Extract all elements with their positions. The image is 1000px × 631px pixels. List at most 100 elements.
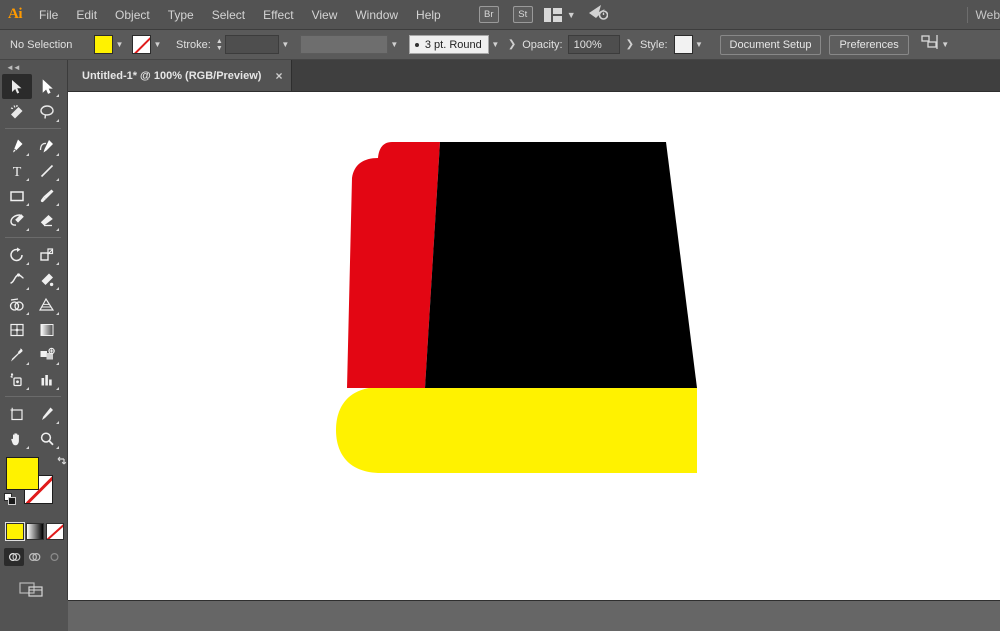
- shaper-tool[interactable]: [2, 208, 32, 233]
- line-segment-tool[interactable]: [32, 158, 62, 183]
- pen-tool[interactable]: [2, 133, 32, 158]
- collapse-panel-icon[interactable]: ◄◄: [0, 60, 67, 74]
- column-graph-tool[interactable]: [32, 367, 62, 392]
- stroke-control[interactable]: ▼: [132, 35, 164, 54]
- stroke-color-swatch[interactable]: [132, 35, 151, 54]
- brush-options-arrow-icon[interactable]: ❯: [508, 39, 516, 50]
- tool-list: T F: [0, 74, 64, 451]
- align-chevron-icon[interactable]: ▼: [939, 35, 952, 54]
- stroke-weight-stepper[interactable]: ▲ ▼: [214, 36, 225, 54]
- menu-type[interactable]: Type: [159, 0, 203, 30]
- blend-tool[interactable]: [32, 342, 62, 367]
- book-illustration[interactable]: [68, 92, 1000, 600]
- draw-inside-button[interactable]: [44, 548, 64, 566]
- color-mode-buttons: [5, 522, 67, 541]
- curvature-tool[interactable]: [32, 133, 62, 158]
- style-chevron-icon[interactable]: ▼: [693, 35, 706, 54]
- tool-separator: [5, 128, 61, 129]
- draw-behind-button[interactable]: [24, 548, 44, 566]
- arrange-documents-button[interactable]: ▼: [543, 7, 576, 22]
- search-adobe-stock-icon[interactable]: [588, 4, 608, 25]
- opacity-input[interactable]: 100%: [567, 35, 620, 54]
- hand-tool[interactable]: [2, 426, 32, 451]
- app-logo: Ai: [8, 6, 23, 22]
- graphic-style-swatch[interactable]: [673, 35, 693, 54]
- book-pages-shape: [336, 387, 697, 473]
- stepper-up-icon: ▲: [215, 37, 223, 45]
- artboard-tool[interactable]: [2, 401, 32, 426]
- menu-select[interactable]: Select: [203, 0, 254, 30]
- tool-separator: [5, 237, 61, 238]
- menu-bar-right: Web: [965, 0, 1000, 30]
- tools-panel-footer: [0, 600, 68, 631]
- selection-tool[interactable]: [2, 74, 32, 99]
- menu-view[interactable]: View: [303, 0, 347, 30]
- tools-panel: ◄◄ T F: [0, 60, 68, 631]
- fill-color-indicator[interactable]: [6, 457, 39, 490]
- magic-wand-tool[interactable]: [2, 99, 32, 124]
- chevron-down-icon: ▼: [566, 9, 576, 20]
- swap-fill-stroke-icon[interactable]: [55, 455, 68, 468]
- mesh-tool[interactable]: [2, 317, 32, 342]
- gradient-tool[interactable]: [32, 317, 62, 342]
- document-tab[interactable]: Untitled-1* @ 100% (RGB/Preview) ×: [68, 60, 293, 91]
- scale-tool[interactable]: [32, 242, 62, 267]
- zoom-tool[interactable]: [32, 426, 62, 451]
- draw-normal-button[interactable]: [4, 548, 24, 566]
- close-icon[interactable]: ×: [275, 69, 282, 83]
- default-fill-stroke-icon[interactable]: [4, 493, 17, 506]
- tool-separator: [5, 396, 61, 397]
- paintbrush-tool[interactable]: [32, 183, 62, 208]
- perspective-grid-tool[interactable]: [32, 292, 62, 317]
- direct-selection-tool[interactable]: [32, 74, 62, 99]
- control-bar: No Selection ▼ ▼ Stroke: ▲ ▼ ▼ ▼ 3 pt. R…: [0, 30, 1000, 60]
- width-profile-chevron-icon[interactable]: ▼: [388, 35, 401, 54]
- eyedropper-tool[interactable]: [2, 342, 32, 367]
- preferences-button[interactable]: Preferences: [829, 34, 909, 55]
- canvas-area[interactable]: [68, 92, 1000, 600]
- menu-effect[interactable]: Effect: [254, 0, 302, 30]
- stock-button[interactable]: St: [512, 6, 533, 23]
- brush-definition-chevron-icon[interactable]: ▼: [489, 35, 502, 54]
- symbol-sprayer-tool[interactable]: F: [2, 367, 32, 392]
- menu-object[interactable]: Object: [106, 0, 159, 30]
- stroke-weight-chevron-icon[interactable]: ▼: [279, 35, 292, 54]
- fill-stroke-controls: [4, 455, 68, 519]
- variable-width-profile-input[interactable]: [299, 35, 388, 54]
- eraser-tool[interactable]: [32, 208, 62, 233]
- none-mode-button[interactable]: [46, 523, 64, 540]
- menu-help[interactable]: Help: [407, 0, 450, 30]
- menu-edit[interactable]: Edit: [67, 0, 106, 30]
- stroke-weight-input[interactable]: [224, 35, 279, 54]
- menu-window[interactable]: Window: [346, 0, 407, 30]
- svg-text:T: T: [13, 165, 22, 179]
- menu-bar: Ai File Edit Object Type Select Effect V…: [0, 0, 1000, 30]
- book-spine-shape: [347, 142, 440, 388]
- fill-dropdown-chevron-icon[interactable]: ▼: [113, 35, 126, 54]
- shape-builder-tool[interactable]: [2, 292, 32, 317]
- opacity-options-arrow-icon[interactable]: ❯: [626, 39, 634, 50]
- bridge-button[interactable]: Br: [478, 6, 499, 23]
- type-tool[interactable]: T: [2, 158, 32, 183]
- lasso-tool[interactable]: [32, 99, 62, 124]
- fill-color-swatch[interactable]: [94, 35, 113, 54]
- document-setup-button[interactable]: Document Setup: [719, 34, 822, 55]
- stroke-dropdown-chevron-icon[interactable]: ▼: [151, 35, 164, 54]
- align-objects-icon[interactable]: [921, 34, 939, 55]
- drawing-mode-buttons: [4, 548, 67, 566]
- rotate-tool[interactable]: [2, 242, 32, 267]
- menu-file[interactable]: File: [30, 0, 67, 30]
- fill-control[interactable]: ▼: [94, 35, 126, 54]
- gradient-mode-button[interactable]: [26, 523, 44, 540]
- width-tool[interactable]: [2, 267, 32, 292]
- rectangle-tool[interactable]: [2, 183, 32, 208]
- stroke-weight-label: Stroke:: [176, 38, 211, 51]
- change-screen-mode-button[interactable]: [0, 580, 64, 598]
- workspace-name[interactable]: Web: [966, 7, 1000, 23]
- slice-tool[interactable]: [32, 401, 62, 426]
- free-transform-tool[interactable]: [32, 267, 62, 292]
- brush-definition-input[interactable]: 3 pt. Round: [408, 35, 489, 54]
- color-mode-button[interactable]: [5, 522, 25, 541]
- opacity-label: Opacity:: [522, 38, 563, 51]
- status-bar: [68, 600, 1000, 631]
